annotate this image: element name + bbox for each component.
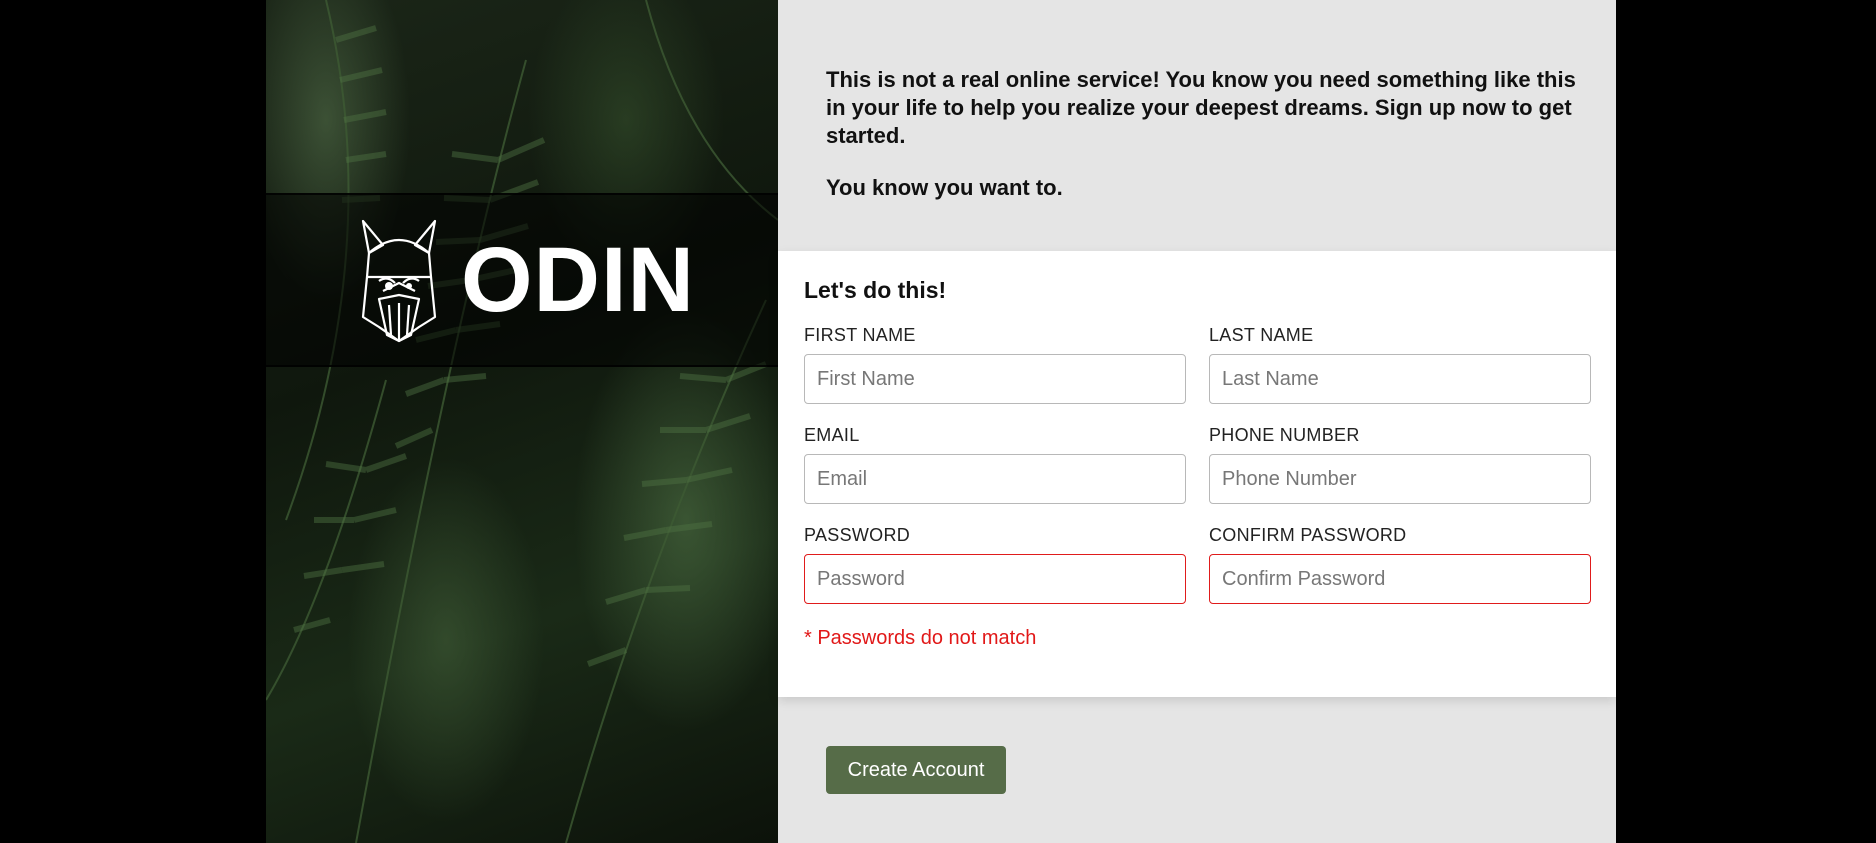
fern-background	[266, 0, 778, 843]
first-name-group: FIRST NAME	[804, 325, 1186, 404]
confirm-password-input[interactable]	[1209, 554, 1591, 604]
intro-paragraph-2: You know you want to.	[826, 175, 1063, 200]
hero-image: ODIN	[266, 0, 778, 843]
signup-page: ODIN This is not a real online service! …	[0, 0, 1876, 843]
create-account-button[interactable]: Create Account	[826, 746, 1006, 794]
phone-label: PHONE NUMBER	[1209, 425, 1360, 445]
confirm-password-label: CONFIRM PASSWORD	[1209, 525, 1407, 545]
intro-paragraph-1: This is not a real online service! You k…	[826, 67, 1576, 148]
brand-name: ODIN	[461, 229, 695, 331]
signup-panel: This is not a real online service! You k…	[778, 0, 1616, 843]
form-title: Let's do this!	[804, 277, 947, 303]
logo-band: ODIN	[266, 193, 778, 367]
first-name-input[interactable]	[804, 354, 1186, 404]
password-group: PASSWORD	[804, 525, 1186, 604]
viking-helmet-icon	[361, 219, 437, 343]
password-error-message: * Passwords do not match	[804, 627, 1037, 649]
last-name-group: LAST NAME	[1209, 325, 1591, 404]
last-name-label: LAST NAME	[1209, 325, 1314, 345]
phone-input[interactable]	[1209, 454, 1591, 504]
email-label: EMAIL	[804, 425, 860, 445]
confirm-password-group: CONFIRM PASSWORD	[1209, 525, 1591, 604]
password-label: PASSWORD	[804, 525, 911, 545]
signup-form: Let's do this! FIRST NAME LAST NAME EMAI…	[778, 251, 1616, 697]
last-name-input[interactable]	[1209, 354, 1591, 404]
intro-text: This is not a real online service! You k…	[826, 66, 1586, 226]
first-name-label: FIRST NAME	[804, 325, 916, 345]
password-input[interactable]	[804, 554, 1186, 604]
phone-group: PHONE NUMBER	[1209, 425, 1591, 504]
email-input[interactable]	[804, 454, 1186, 504]
email-group: EMAIL	[804, 425, 1186, 504]
